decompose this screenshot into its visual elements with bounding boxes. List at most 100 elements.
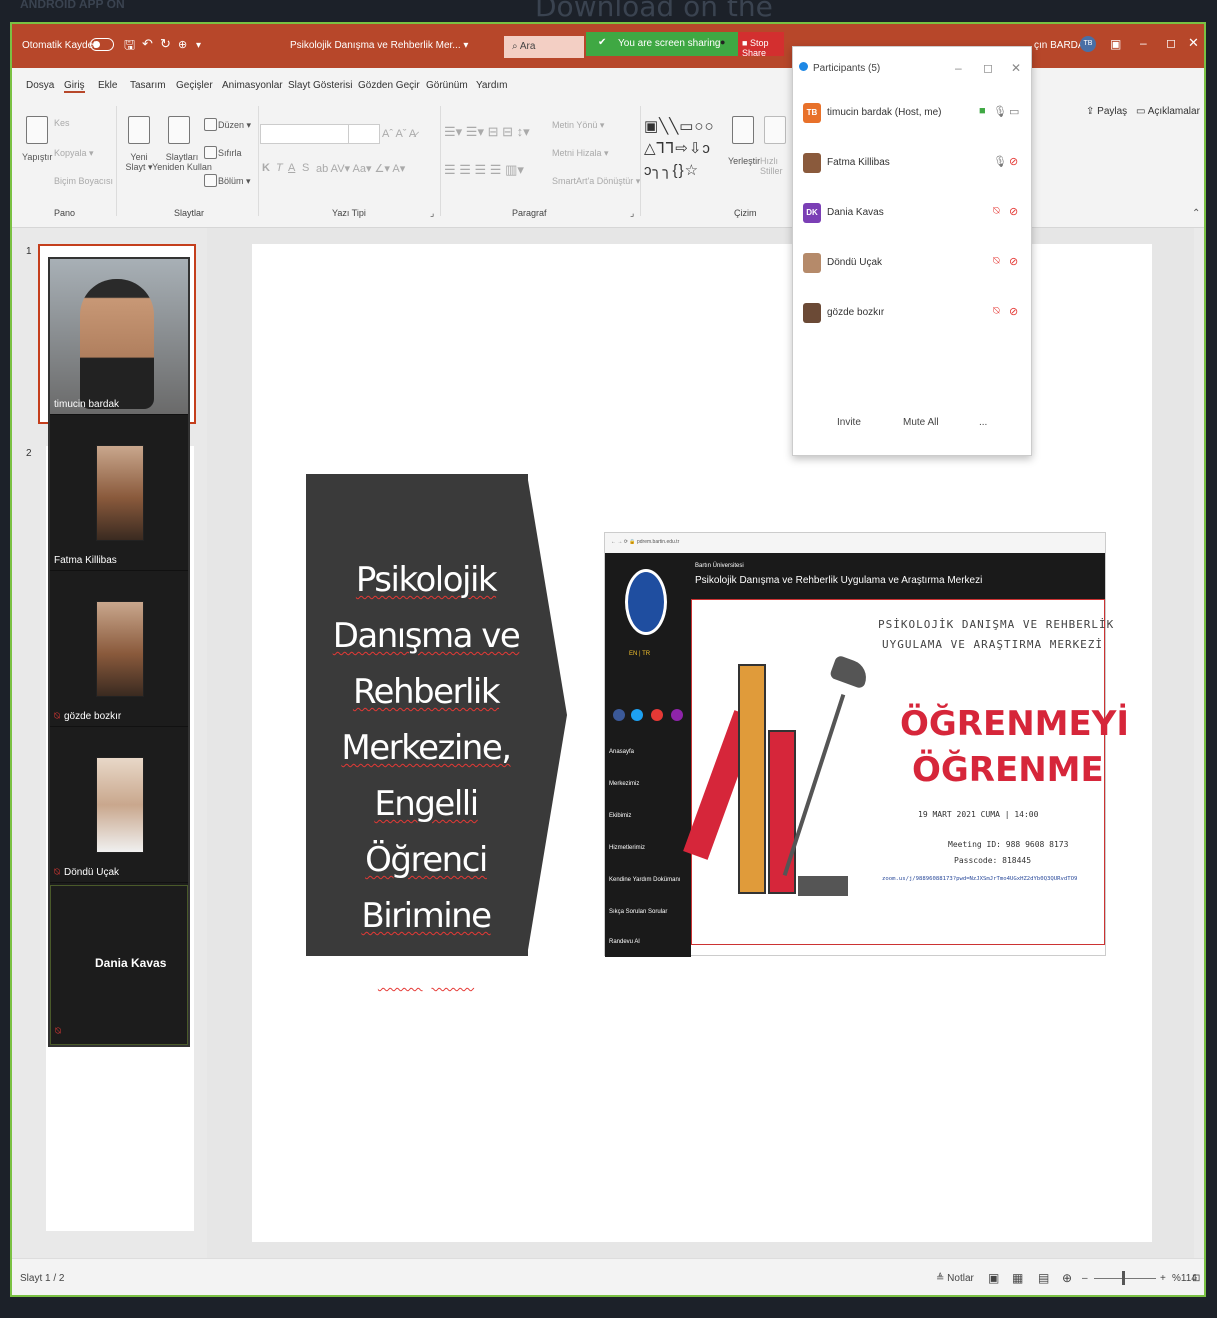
tab-yardım[interactable]: Yardım xyxy=(476,80,508,91)
restore-panel-icon[interactable]: ◻ xyxy=(983,61,993,75)
tab-animasyonlar[interactable]: Animasyonlar xyxy=(222,80,283,91)
italic-button[interactable]: T xyxy=(276,162,283,174)
website-screenshot-image[interactable]: ← → ⟳ 🔒 pdrem.bartin.edu.tr Bartın Ünive… xyxy=(604,532,1129,957)
search-box[interactable]: ⌕ Ara xyxy=(504,36,584,58)
arrange-button[interactable]: Yerleştir xyxy=(728,156,760,166)
camera-off-icon[interactable]: ⊘ xyxy=(1009,305,1018,318)
paste-icon[interactable] xyxy=(26,116,48,144)
reuse-slides-icon[interactable] xyxy=(168,116,190,144)
tab-görünüm[interactable]: Görünüm xyxy=(426,80,468,91)
video-tile[interactable]: Dania Kavas ⍉ xyxy=(50,885,188,1045)
new-slide-button[interactable]: Yeni Slayt ▾ xyxy=(124,152,154,173)
quick-styles-button[interactable]: Hızlı Stiller xyxy=(760,156,790,176)
mic-muted-icon[interactable]: ⍉ xyxy=(993,255,1000,268)
video-tile[interactable]: Fatma Killibas xyxy=(50,415,188,571)
layout-button[interactable]: Düzen ▾ xyxy=(218,120,251,131)
shapes-gallery[interactable]: ▣╲╲▭○○ △⅂⅂⇨⇩ↄ ↄ╮╮{}☆ xyxy=(644,116,715,182)
poster-lamp-base xyxy=(798,876,848,896)
collapse-ribbon-icon[interactable]: ⌃ xyxy=(1192,208,1200,219)
more-options-button[interactable]: ... xyxy=(979,417,987,428)
slide-sorter-icon[interactable]: ▦ xyxy=(1012,1271,1023,1285)
font-size-box[interactable] xyxy=(348,124,380,144)
zoom-in-icon[interactable]: + xyxy=(1160,1273,1166,1284)
close-icon[interactable]: ✕ xyxy=(1188,35,1199,51)
list-icons[interactable]: ☰▾ ☰▾ ⊟ ⊟ ↕▾ xyxy=(444,124,530,140)
tab-ekle[interactable]: Ekle xyxy=(98,80,117,91)
tab-tasarım[interactable]: Tasarım xyxy=(130,80,166,91)
undo-icon[interactable]: ↶ xyxy=(142,36,153,52)
mic-icon[interactable]: 🎙 xyxy=(993,155,1007,168)
quick-styles-icon[interactable] xyxy=(764,116,786,144)
redo-icon[interactable]: ↻ xyxy=(160,36,171,52)
participant-row[interactable]: TB timucin bardak (Host, me) ■ 🎙 ▭ xyxy=(793,93,1031,143)
mic-muted-icon[interactable]: ⍉ xyxy=(993,305,1000,318)
font-color-icons[interactable]: ab AV▾ Aa▾ ∠▾ A▾ xyxy=(316,162,405,175)
participant-row[interactable]: DK Dania Kavas ⍉ ⊘ xyxy=(793,193,1031,243)
paste-button[interactable]: Yapıştır xyxy=(22,152,52,162)
align-text-button[interactable]: Metni Hizala ▾ xyxy=(552,148,609,159)
stop-share-button[interactable]: ■ Stop Share xyxy=(738,32,784,58)
copy-button[interactable]: Kopyala ▾ xyxy=(54,148,94,159)
invite-button[interactable]: Invite xyxy=(837,417,861,428)
video-tile[interactable]: ⍉ gözde bozkır xyxy=(50,571,188,727)
participant-row[interactable]: gözde bozkır ⍉ ⊘ xyxy=(793,293,1031,343)
video-tile[interactable]: ⍉ Döndü Uçak xyxy=(50,727,188,883)
arrange-icon[interactable] xyxy=(732,116,754,144)
fit-to-window-icon[interactable]: ⊡ xyxy=(1192,1273,1200,1284)
screen-sharing-banner[interactable]: ✔ You are screen sharing ● xyxy=(586,32,738,56)
tab-slayt-gösterisi[interactable]: Slayt Gösterisi xyxy=(288,80,352,91)
smartart-button[interactable]: SmartArt'a Dönüştür ▾ xyxy=(552,176,640,187)
underline-button[interactable]: A xyxy=(288,162,295,174)
mic-icon[interactable]: 🎙 xyxy=(993,105,1007,118)
video-tile[interactable]: timucin bardak xyxy=(50,259,188,415)
slide-text[interactable]: Psikolojik Danışma ve Rehberlik Merkezin… xyxy=(326,552,526,1000)
paragraph-dialog-launcher-icon[interactable]: ⌟ xyxy=(630,208,634,219)
share-button[interactable]: ⇪ Paylaş xyxy=(1086,106,1127,117)
mic-muted-icon[interactable]: ⍉ xyxy=(993,205,1000,218)
reset-button[interactable]: Sıfırla xyxy=(218,148,242,158)
slideshow-icon[interactable]: ⊕ xyxy=(1062,1271,1072,1285)
notes-button[interactable]: ≜ Notlar xyxy=(936,1273,974,1284)
zoom-out-icon[interactable]: – xyxy=(1082,1273,1088,1284)
restore-icon[interactable]: ◻ xyxy=(1166,36,1176,50)
reading-view-icon[interactable]: ▤ xyxy=(1038,1271,1049,1285)
cut-button[interactable]: Kes xyxy=(54,118,70,128)
minimize-panel-icon[interactable]: – xyxy=(955,61,962,75)
camera-icon[interactable]: ▭ xyxy=(1009,105,1019,118)
section-button[interactable]: Bölüm ▾ xyxy=(218,176,251,187)
participant-row[interactable]: Fatma Killibas 🎙 ⊘ xyxy=(793,143,1031,193)
save-icon[interactable]: 🖫 xyxy=(124,36,135,58)
close-panel-icon[interactable]: ✕ xyxy=(1011,61,1021,75)
format-painter-button[interactable]: Biçim Boyacısı xyxy=(54,176,113,186)
ribbon-display-icon[interactable]: ▣ xyxy=(1110,37,1121,51)
tab-geçişler[interactable]: Geçişler xyxy=(176,80,213,91)
normal-view-icon[interactable]: ▣ xyxy=(988,1271,999,1285)
camera-off-icon[interactable]: ⊘ xyxy=(1009,205,1018,218)
text-direction-button[interactable]: Metin Yönü ▾ xyxy=(552,120,604,131)
new-slide-icon[interactable] xyxy=(128,116,150,144)
user-avatar[interactable]: TB xyxy=(1080,36,1096,52)
tab-gözden-geçir[interactable]: Gözden Geçir xyxy=(358,80,420,91)
comments-button[interactable]: ▭ Açıklamalar xyxy=(1136,106,1200,117)
bold-button[interactable]: K xyxy=(262,162,270,174)
reuse-slides-button[interactable]: Slaytları Yeniden Kullan xyxy=(152,152,212,172)
strikethrough-button[interactable]: S xyxy=(302,162,309,174)
font-dialog-launcher-icon[interactable]: ⌟ xyxy=(430,208,434,219)
vertical-scrollbar[interactable] xyxy=(1194,228,1204,1258)
present-icon[interactable]: ⊕ xyxy=(178,38,187,51)
mute-all-button[interactable]: Mute All xyxy=(903,417,939,428)
tab-giriş[interactable]: Giriş xyxy=(64,80,85,93)
qat-customize-icon[interactable]: ▾ xyxy=(196,40,201,51)
font-grow-icon[interactable]: Aˆ Aˇ A̷ xyxy=(382,128,416,140)
autosave-toggle[interactable] xyxy=(90,38,114,51)
zoom-slider[interactable] xyxy=(1094,1278,1156,1279)
align-icons[interactable]: ☰ ☰ ☰ ☰ ▥▾ xyxy=(444,162,524,178)
minimize-icon[interactable]: – xyxy=(1140,36,1147,50)
tab-dosya[interactable]: Dosya xyxy=(26,80,54,91)
camera-off-icon[interactable]: ⊘ xyxy=(1009,255,1018,268)
participant-row[interactable]: Döndü Uçak ⍉ ⊘ xyxy=(793,243,1031,293)
camera-off-icon[interactable]: ⊘ xyxy=(1009,155,1018,168)
document-title[interactable]: Psikolojik Danışma ve Rehberlik Mer... ▾ xyxy=(290,40,468,51)
zoom-slider-thumb[interactable] xyxy=(1122,1271,1125,1285)
website-menu-item: Ekibimiz xyxy=(609,813,632,819)
